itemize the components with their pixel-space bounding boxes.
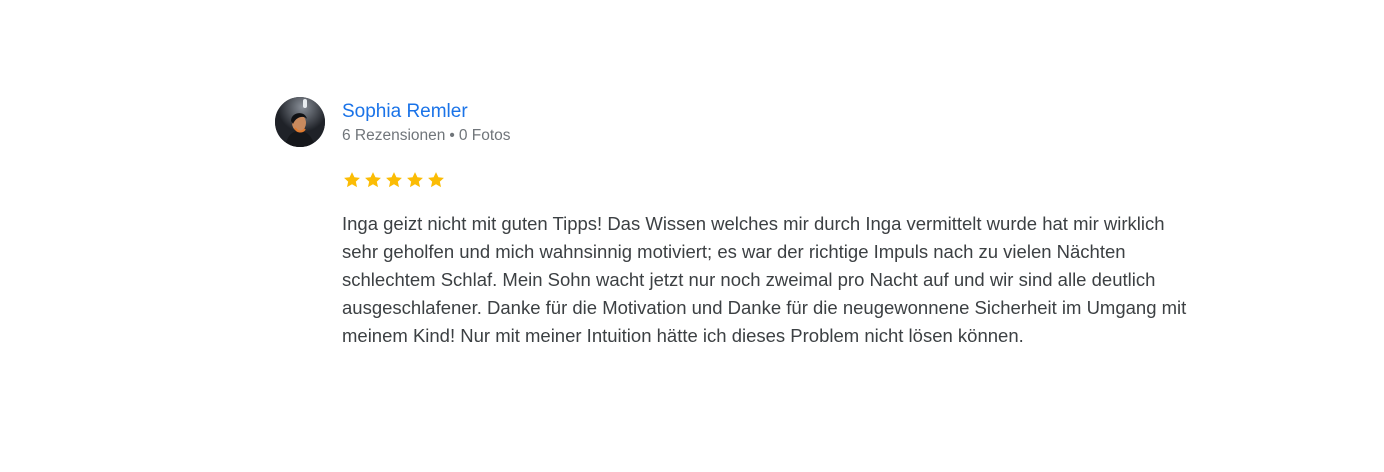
star-icon bbox=[363, 170, 383, 190]
star-icon bbox=[426, 170, 446, 190]
review-count: 6 Rezensionen bbox=[342, 127, 446, 144]
avatar[interactable] bbox=[275, 97, 325, 147]
avatar-photo bbox=[275, 97, 325, 147]
star-icon bbox=[405, 170, 425, 190]
review-text: Inga geizt nicht mit guten Tipps! Das Wi… bbox=[342, 213, 1187, 346]
author-name-link[interactable]: Sophia Remler bbox=[342, 100, 511, 124]
star-icon bbox=[384, 170, 404, 190]
star-rating bbox=[342, 170, 446, 190]
photo-count: 0 Fotos bbox=[458, 127, 511, 144]
author-info: Sophia Remler 6 Rezensionen • 0 Fotos bbox=[342, 100, 511, 147]
author-meta: 6 Rezensionen • 0 Fotos bbox=[342, 125, 511, 147]
meta-separator: • bbox=[449, 127, 455, 144]
star-icon bbox=[342, 170, 362, 190]
